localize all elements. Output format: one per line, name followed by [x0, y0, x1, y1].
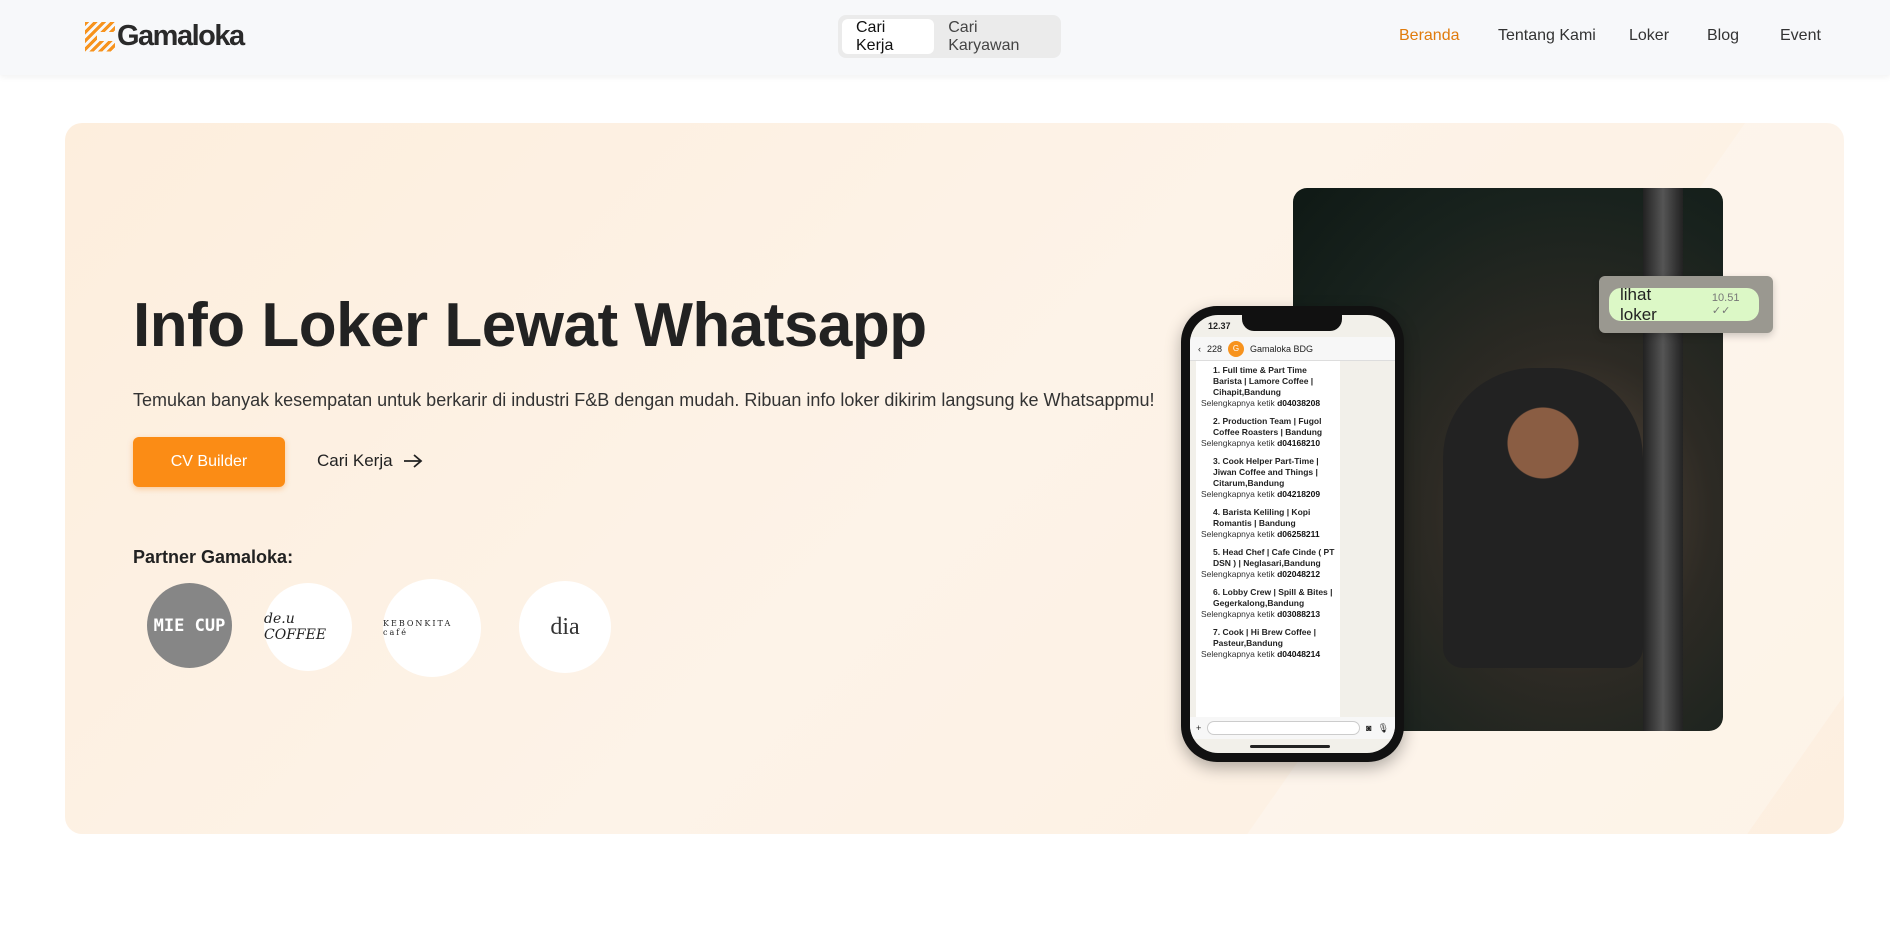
cari-kerja-link[interactable]: Cari Kerja [317, 451, 423, 471]
hero-subtitle: Temukan banyak kesempatan untuk berkarir… [133, 390, 1155, 410]
phone-notch [1242, 315, 1342, 331]
job-message: 1. Full time & Part Time Barista | Lamor… [1196, 361, 1340, 723]
photo-pillar [1643, 188, 1683, 731]
mode-toggle: Cari Kerja Cari Karyawan [838, 15, 1061, 58]
job-code: d03088213 [1277, 609, 1321, 619]
job-code-line: Selengkapnya ketik d04168210 [1201, 438, 1335, 448]
avatar: G [1228, 340, 1245, 357]
header: Gamaloka Cari Kerja Cari Karyawan Berand… [0, 0, 1890, 75]
logo-mark-icon [85, 21, 115, 52]
cari-kerja-label: Cari Kerja [317, 451, 393, 470]
nav-event[interactable]: Event [1780, 27, 1821, 45]
phone-mockup: 12.37 ‹ 228 G Gamaloka BDG 1. Full time … [1181, 306, 1404, 762]
partner-logo-kebonkita: KEBONKITA café [383, 579, 481, 677]
job-code: d02048212 [1277, 569, 1321, 579]
nav-blog[interactable]: Blog [1707, 27, 1739, 45]
job-title: 2. Production Team | Fugol Coffee Roaste… [1213, 416, 1323, 437]
partner-logo-dia: dia [519, 581, 611, 673]
job-code: d06258211 [1277, 529, 1320, 539]
camera-icon[interactable]: ◙ [1366, 723, 1371, 733]
job-code-prefix: Selengkapnya ketik [1201, 489, 1275, 499]
job-code-line: Selengkapnya ketik d02048212 [1201, 569, 1335, 579]
bubble-text: lihat loker [1620, 284, 1657, 324]
back-chevron-icon[interactable]: ‹ [1198, 344, 1201, 354]
job-code-line: Selengkapnya ketik d04218209 [1201, 489, 1335, 499]
job-code: d04168210 [1277, 438, 1321, 448]
back-count: 228 [1207, 343, 1223, 354]
status-time: 12.37 [1208, 321, 1231, 331]
job-title: 6. Lobby Crew | Spill & Bites | Gegerkal… [1213, 587, 1333, 608]
job-code: d04048214 [1277, 649, 1321, 659]
job-item: 4. Barista Keliling | Kopi Romantis | Ba… [1201, 507, 1335, 539]
job-title: 5. Head Chef | Cafe Cinde ( PT DSN ) | N… [1213, 547, 1335, 568]
mic-icon[interactable]: 🎙 [1378, 723, 1389, 734]
chat-bubble: lihat loker 10.51 ✓✓ [1609, 285, 1759, 324]
partner-name: de.u COFFEE [264, 611, 327, 643]
job-title: 3. Cook Helper Part-Time | Jiwan Coffee … [1213, 456, 1319, 488]
job-item: 6. Lobby Crew | Spill & Bites | Gegerkal… [1201, 587, 1335, 619]
partner-name: KEBONKITA café [383, 619, 453, 637]
job-code-prefix: Selengkapnya ketik [1201, 438, 1275, 448]
chat-header: ‹ 228 G Gamaloka BDG [1190, 337, 1395, 361]
logo-text: Gamaloka [117, 20, 245, 52]
nav-beranda[interactable]: Beranda [1399, 27, 1460, 45]
job-item: 7. Cook | Hi Brew Coffee | Pasteur,Bandu… [1201, 627, 1335, 659]
chat-input-bar: + ◙ 🎙 [1190, 717, 1395, 739]
cv-builder-button[interactable]: CV Builder [133, 437, 285, 487]
chat-bubble-card: lihat loker 10.51 ✓✓ [1599, 276, 1773, 333]
job-code-line: Selengkapnya ketik d06258211 [1201, 529, 1335, 539]
job-code-prefix: Selengkapnya ketik [1201, 529, 1275, 539]
job-code-prefix: Selengkapnya ketik [1201, 609, 1275, 619]
job-code: d04218209 [1277, 489, 1321, 499]
job-title: 1. Full time & Part Time Barista | Lamor… [1213, 365, 1314, 397]
partner-logo-deu: de.u COFFEE [264, 583, 352, 671]
job-code-line: Selengkapnya ketik d04048214 [1201, 649, 1335, 659]
partner-logo-miecup: MIE CUP [147, 583, 232, 668]
chat-input[interactable] [1207, 721, 1361, 735]
hero-title: Info Loker Lewat Whatsapp [133, 291, 927, 360]
job-item: 1. Full time & Part Time Barista | Lamor… [1201, 365, 1335, 408]
whatsapp-screen: 12.37 ‹ 228 G Gamaloka BDG 1. Full time … [1190, 315, 1395, 753]
job-title: 7. Cook | Hi Brew Coffee | Pasteur,Bandu… [1213, 627, 1316, 648]
job-item: 3. Cook Helper Part-Time | Jiwan Coffee … [1201, 456, 1335, 499]
job-title: 4. Barista Keliling | Kopi Romantis | Ba… [1213, 507, 1311, 528]
plus-icon[interactable]: + [1196, 723, 1201, 733]
home-indicator [1250, 745, 1330, 748]
job-code-line: Selengkapnya ketik d03088213 [1201, 609, 1335, 619]
job-code-line: Selengkapnya ketik d04038208 [1201, 398, 1335, 408]
arrow-right-icon [403, 454, 422, 468]
nav-loker[interactable]: Loker [1629, 27, 1669, 45]
job-code: d04038208 [1277, 398, 1321, 408]
job-item: 5. Head Chef | Cafe Cinde ( PT DSN ) | N… [1201, 547, 1335, 579]
nav-tentang-kami[interactable]: Tentang Kami [1498, 27, 1596, 45]
partner-name: MIE CUP [153, 615, 226, 636]
logo[interactable]: Gamaloka [85, 20, 245, 53]
partner-name: dia [550, 613, 580, 640]
chat-name: Gamaloka BDG [1250, 343, 1314, 354]
tab-cari-karyawan[interactable]: Cari Karyawan [934, 19, 1057, 54]
tab-cari-kerja[interactable]: Cari Kerja [842, 19, 935, 54]
job-item: 2. Production Team | Fugol Coffee Roaste… [1201, 416, 1335, 448]
job-code-prefix: Selengkapnya ketik [1201, 398, 1275, 408]
bubble-time: 10.51 ✓✓ [1711, 292, 1740, 317]
job-code-prefix: Selengkapnya ketik [1201, 649, 1275, 659]
photo-barista [1443, 368, 1643, 668]
partner-label: Partner Gamaloka: [133, 547, 294, 567]
job-code-prefix: Selengkapnya ketik [1201, 569, 1275, 579]
